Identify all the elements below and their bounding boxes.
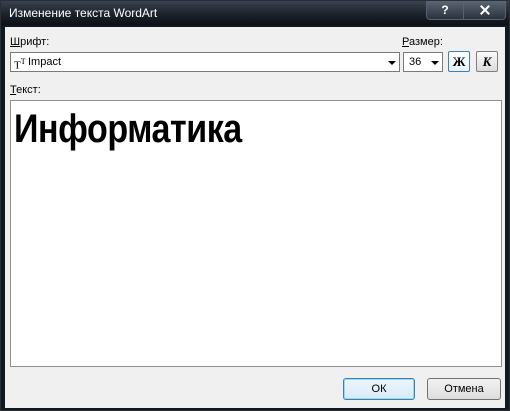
text-input[interactable]: Информатика (10, 100, 502, 367)
font-value: Impact (28, 56, 62, 68)
size-select[interactable]: 36 (403, 52, 443, 72)
chevron-down-icon[interactable] (388, 61, 396, 65)
window-title: Изменение текста WordArt (9, 6, 158, 20)
bold-button[interactable]: Ж (448, 51, 470, 72)
bold-icon: Ж (452, 54, 466, 69)
title-bar-buttons: ? (426, 1, 506, 21)
font-label: Шрифт: (10, 36, 50, 48)
text-content: Информатика (14, 107, 242, 151)
cancel-button[interactable]: Отмена (427, 378, 501, 400)
italic-button[interactable]: К (476, 51, 498, 72)
chevron-down-icon[interactable] (431, 61, 439, 65)
italic-icon: К (482, 54, 492, 69)
dialog-body: Шрифт: TT Impact Размер: 36 Ж К Текст: И… (5, 27, 505, 408)
font-select[interactable]: TT Impact (10, 52, 400, 72)
text-label: Текст: (10, 84, 41, 96)
size-label: Размер: (402, 36, 443, 48)
close-icon (480, 5, 490, 15)
wordart-dialog: Изменение текста WordArt ? Шрифт: TT Imp… (0, 0, 510, 411)
close-button[interactable] (464, 1, 506, 20)
size-value: 36 (409, 56, 422, 68)
truetype-font-icon: TT (14, 57, 26, 72)
help-icon: ? (441, 3, 449, 17)
title-bar[interactable]: Изменение текста WordArt ? (1, 1, 509, 25)
ok-button[interactable]: ОК (343, 378, 415, 400)
help-button[interactable]: ? (426, 1, 464, 20)
